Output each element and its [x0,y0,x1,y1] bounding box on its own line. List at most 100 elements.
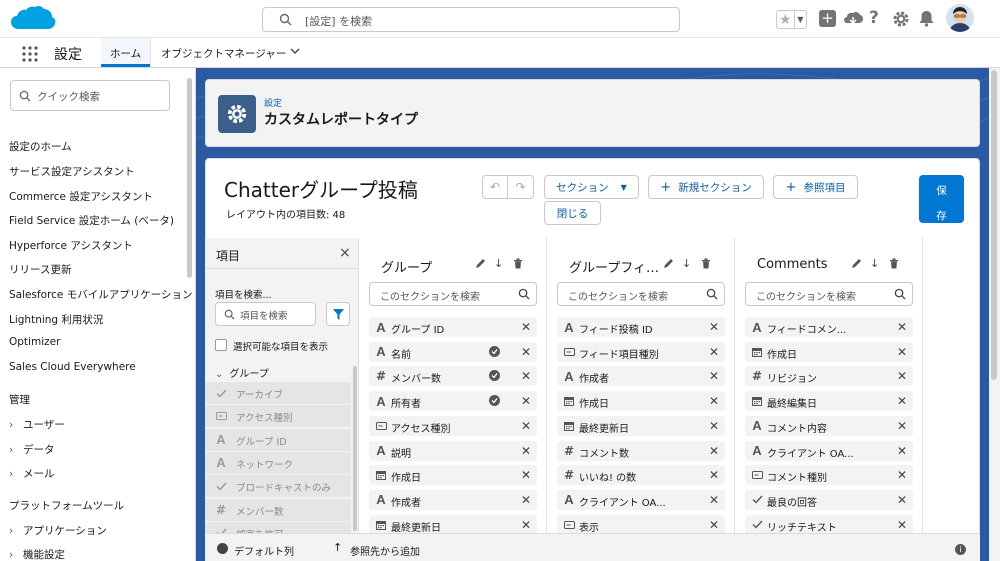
redo-icon[interactable]: ↷ [508,176,533,198]
layout-field[interactable]: A コメント内容 ✕ [745,415,913,436]
salesforce-logo[interactable] [10,5,56,35]
help-icon[interactable]: ? [869,8,879,28]
sidebar-item-setup-home[interactable]: 設定のホーム [9,139,72,154]
app-launcher-icon[interactable] [22,46,38,62]
arrow-down-icon[interactable]: ↓ [494,257,503,270]
info-icon[interactable]: i [955,544,966,555]
bell-icon[interactable] [918,9,935,27]
pencil-icon[interactable] [663,258,674,269]
sidebar-tree-users[interactable]: › ユーザー [9,417,65,432]
sidebar-tree-feature-settings[interactable]: › 機能設定 [9,547,65,561]
remove-field-icon[interactable]: ✕ [709,493,719,507]
add-icon[interactable]: + [819,10,836,27]
sidebar-item-field-service[interactable]: Field Service 設定ホーム (ベータ) [9,213,174,228]
layout-field[interactable]: 最終更新日 ✕ [557,415,725,436]
remove-field-icon[interactable]: ✕ [897,518,907,532]
tab-object-manager[interactable]: オブジェクトマネージャー [150,38,308,67]
sidebar-item-optimizer[interactable]: Optimizer [9,336,60,348]
remove-field-icon[interactable]: ✕ [709,468,719,482]
layout-field[interactable]: A 作成者 ✕ [369,489,537,510]
layout-field[interactable]: # コメント数 ✕ [557,440,725,461]
section-search-input[interactable]: このセクションを検索 [369,282,537,306]
layout-field[interactable]: A フィードコメン... ✕ [745,317,913,337]
quick-find-input[interactable]: クイック検索 [10,80,170,111]
layout-field[interactable]: 作成日 ✕ [745,341,913,362]
trash-icon[interactable] [513,258,523,269]
remove-field-icon[interactable]: ✕ [897,345,907,359]
section-search-input[interactable]: このセクションを検索 [745,282,913,306]
lookup-field-button[interactable]: + 参照項目 [773,175,858,199]
arrow-down-icon[interactable]: ↓ [682,257,691,270]
section-search-input[interactable]: このセクションを検索 [557,282,725,306]
sidebar-tree-apps[interactable]: › アプリケーション [9,523,107,538]
layout-field[interactable]: A 名前 ✕ [369,341,537,362]
remove-field-icon[interactable]: ✕ [521,493,531,507]
page-scrollbar[interactable] [991,70,997,380]
layout-field[interactable]: リッチテキスト ✕ [745,514,913,533]
remove-field-icon[interactable]: ✕ [709,394,719,408]
undo-icon[interactable]: ↶ [483,176,508,198]
pencil-icon[interactable] [851,258,862,269]
sidebar-item-lightning-usage[interactable]: Lightning 利用状況 [9,312,103,327]
remove-field-icon[interactable]: ✕ [521,444,531,458]
remove-field-icon[interactable]: ✕ [521,518,531,532]
sidebar-item-sales-cloud[interactable]: Sales Cloud Everywhere [9,361,136,373]
remove-field-icon[interactable]: ✕ [521,394,531,408]
breadcrumb[interactable]: 設定 [264,96,282,109]
pencil-icon[interactable] [475,258,486,269]
sidebar-item-release-updates[interactable]: リリース更新 [9,262,71,277]
sidebar-item-mobile-app[interactable]: Salesforce モバイルアプリケーション [9,287,193,302]
sidebar-tree-data[interactable]: › データ [9,442,55,457]
layout-field[interactable]: A 作成者 ✕ [557,366,725,387]
remove-field-icon[interactable]: ✕ [709,419,719,433]
palette-search-input[interactable]: 項目を検索 [215,302,316,326]
remove-field-icon[interactable]: ✕ [897,320,907,334]
gear-icon[interactable] [892,10,910,28]
layout-field[interactable]: A フィード投稿 ID ✕ [557,317,725,337]
close-button[interactable]: 閉じる [544,201,601,225]
remove-field-icon[interactable]: ✕ [897,444,907,458]
remove-field-icon[interactable]: ✕ [897,394,907,408]
layout-field[interactable]: 最終編集日 ✕ [745,391,913,412]
layout-field[interactable]: コメント種別 ✕ [745,465,913,486]
show-selectable-checkbox[interactable] [215,339,227,351]
sidebar-tree-email[interactable]: › メール [9,466,55,481]
layout-field[interactable]: A グループ ID ✕ [369,317,537,337]
layout-field[interactable]: # メンバー数 ✕ [369,366,537,387]
chevron-down-icon[interactable] [290,47,300,55]
layout-field[interactable]: 作成日 ✕ [369,465,537,486]
layout-field[interactable]: # リビジョン ✕ [745,366,913,387]
default-columns-link[interactable]: デフォルト列 [234,543,294,558]
remove-field-icon[interactable]: ✕ [897,493,907,507]
sidebar-item-hyperforce[interactable]: Hyperforce アシスタント [9,238,133,253]
sidebar-item-service-setup[interactable]: サービス設定アシスタント [9,164,135,179]
remove-field-icon[interactable]: ✕ [897,468,907,482]
trash-icon[interactable] [701,258,711,269]
remove-field-icon[interactable]: ✕ [709,345,719,359]
add-from-lookup-link[interactable]: 参照先から追加 [350,543,420,558]
layout-field[interactable]: アクセス種別 ✕ [369,415,537,436]
palette-group-toggle[interactable]: ⌄ グループ [215,365,269,380]
palette-scrollbar[interactable] [353,366,357,531]
layout-field[interactable]: 最良の回答 ✕ [745,489,913,510]
remove-field-icon[interactable]: ✕ [709,369,719,383]
remove-field-icon[interactable]: ✕ [709,444,719,458]
remove-field-icon[interactable]: ✕ [521,345,531,359]
layout-field[interactable]: 最終更新日 ✕ [369,514,537,533]
remove-field-icon[interactable]: ✕ [897,369,907,383]
palette-item[interactable]: ブロードキャストのみ [205,475,351,498]
sidebar-scrollbar[interactable] [187,78,192,278]
layout-field[interactable]: A クライアント OA... ✕ [557,489,725,510]
palette-item[interactable]: アーカイブ [205,382,351,404]
arrow-down-icon[interactable]: ↓ [870,257,879,270]
remove-field-icon[interactable]: ✕ [709,518,719,532]
section-dropdown-button[interactable]: セクション ▼ [544,175,639,199]
remove-field-icon[interactable]: ✕ [709,320,719,334]
remove-field-icon[interactable]: ✕ [521,369,531,383]
layout-field[interactable]: # いいね! の数 ✕ [557,465,725,486]
filter-button[interactable] [326,302,350,326]
close-icon[interactable]: × [339,245,351,261]
layout-field[interactable]: 表示 ✕ [557,514,725,533]
global-search-input[interactable]: [設定] を検索 [262,7,680,32]
remove-field-icon[interactable]: ✕ [897,419,907,433]
